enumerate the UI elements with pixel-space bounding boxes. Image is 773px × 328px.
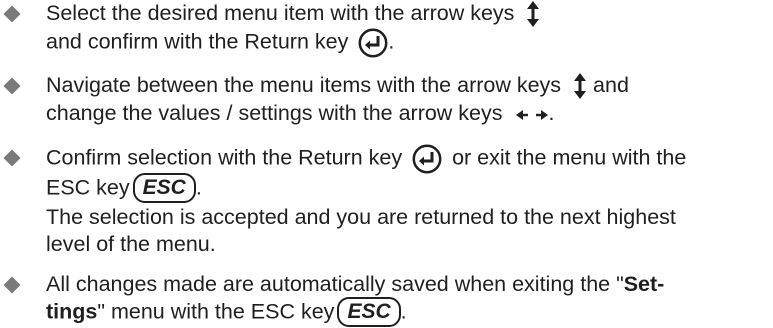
item-text: .	[548, 101, 555, 126]
diamond-bullet-icon	[4, 150, 20, 166]
left-right-arrows-icon	[515, 108, 549, 122]
diamond-bullet-icon	[4, 277, 20, 293]
item-text: ESC key	[46, 175, 130, 200]
item-bold-text: Set-	[623, 272, 665, 296]
item-text: .	[400, 299, 407, 324]
item-line: ESC key ESC.	[46, 173, 767, 204]
item-text: Navigate between the menu items with the…	[46, 73, 562, 97]
instruction-list: Select the desired menu item with the ar…	[0, 0, 773, 327]
item-line: tings" menu with the ESC key ESC.	[46, 297, 767, 328]
item-line: Select the desired menu item with the ar…	[46, 0, 767, 28]
item-text: .	[388, 30, 395, 54]
list-item: Navigate between the menu items with the…	[46, 72, 767, 127]
item-text: or exit the menu with the	[452, 145, 687, 170]
item-subtext: level of the menu.	[46, 232, 216, 256]
up-down-arrows-icon	[573, 72, 587, 100]
item-text: .	[195, 175, 202, 200]
item-text: Confirm selection with the Return key	[46, 145, 403, 170]
list-item: Confirm selection with the Return key or…	[46, 144, 767, 258]
item-text: change the values / settings with the ar…	[46, 101, 503, 126]
return-key-icon	[412, 144, 442, 174]
item-line: Confirm selection with the Return key or…	[46, 144, 767, 174]
item-text: and	[593, 73, 629, 97]
item-line: All changes made are automatically saved…	[46, 271, 767, 298]
item-text: " menu with the ESC key	[97, 299, 335, 324]
esc-key-icon: ESC	[337, 297, 401, 327]
item-subtext: The selection is accepted and you are re…	[46, 205, 676, 229]
item-bold-text: tings	[46, 299, 98, 324]
up-down-arrows-icon	[526, 0, 540, 28]
item-text: Select the desired menu item with the ar…	[46, 1, 515, 25]
list-item: Select the desired menu item with the ar…	[46, 0, 767, 58]
item-text: and confirm with the Return key	[46, 30, 349, 54]
diamond-bullet-icon	[4, 78, 20, 94]
item-line: change the values / settings with the ar…	[46, 100, 767, 127]
diamond-bullet-icon	[4, 6, 20, 22]
esc-key-icon: ESC	[132, 173, 196, 203]
return-key-icon	[358, 28, 388, 58]
item-text: All changes made are automatically saved…	[46, 272, 624, 296]
item-line: and confirm with the Return key .	[46, 28, 767, 58]
list-item: All changes made are automatically saved…	[46, 271, 767, 328]
item-line: Navigate between the menu items with the…	[46, 72, 767, 100]
